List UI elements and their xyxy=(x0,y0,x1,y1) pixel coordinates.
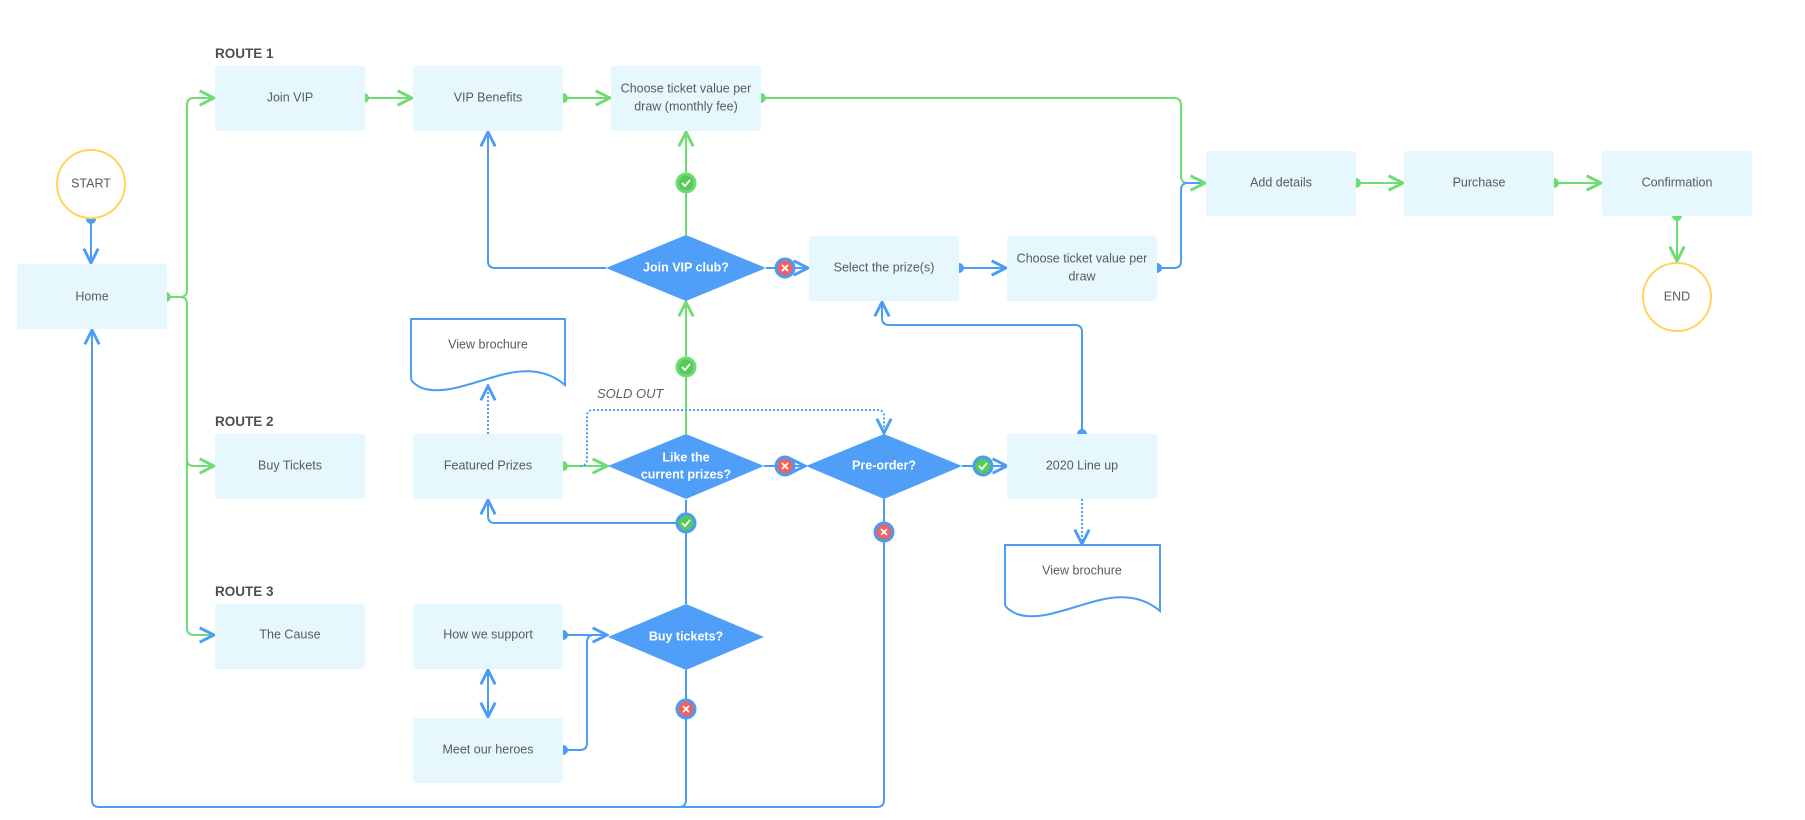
node-add-details[interactable]: Add details xyxy=(1206,151,1356,216)
node-label: Join VIP xyxy=(267,90,314,104)
node-label: Meet our heroes xyxy=(442,742,533,756)
node-choose-ticket-monthly[interactable]: Choose ticket value per draw (monthly fee… xyxy=(611,66,761,131)
node-label: Select the prize(s) xyxy=(834,260,935,274)
doc-view-brochure-2[interactable]: View brochure xyxy=(1004,544,1161,618)
node-label: The Cause xyxy=(259,627,320,641)
flowchart-canvas: ROUTE 1 ROUTE 2 ROUTE 3 START END Home J… xyxy=(17,46,1752,808)
node-how-we-support[interactable]: How we support xyxy=(413,604,563,669)
route-1-label: ROUTE 1 xyxy=(215,46,274,61)
node-label: Choose ticket value per xyxy=(1017,251,1148,265)
x-icon xyxy=(774,455,796,477)
node-join-vip[interactable]: Join VIP xyxy=(215,66,365,131)
node-featured-prizes[interactable]: Featured Prizes xyxy=(413,434,563,499)
node-choose-ticket-draw[interactable]: Choose ticket value per draw xyxy=(1007,236,1157,301)
connector-lineup-select xyxy=(882,302,1082,434)
connector-choose-adddetails xyxy=(761,98,1205,183)
check-icon xyxy=(972,455,994,477)
check-icon xyxy=(675,356,697,378)
node-the-cause[interactable]: The Cause xyxy=(215,604,365,669)
decision-label: Like the xyxy=(662,450,709,464)
decision-label: Pre-order? xyxy=(852,458,916,472)
node-select-prizes[interactable]: Select the prize(s) xyxy=(809,236,959,301)
route-2-label: ROUTE 2 xyxy=(215,414,274,429)
node-label: Home xyxy=(75,289,108,303)
start-terminal[interactable]: START xyxy=(56,149,126,219)
node-label: Featured Prizes xyxy=(444,458,532,472)
x-icon xyxy=(774,257,796,279)
node-vip-benefits[interactable]: VIP Benefits xyxy=(413,66,563,131)
node-label: View brochure xyxy=(1042,563,1122,577)
route-3-label: ROUTE 3 xyxy=(215,584,274,599)
node-meet-heroes[interactable]: Meet our heroes xyxy=(413,718,563,783)
decision-label: current prizes? xyxy=(641,467,731,481)
end-terminal[interactable]: END xyxy=(1642,262,1712,332)
check-icon xyxy=(675,172,697,194)
decision-pre-order[interactable]: Pre-order? xyxy=(806,434,962,499)
connector-joinclub-benefits xyxy=(488,132,606,269)
decision-label: Buy tickets? xyxy=(649,629,723,643)
doc-view-brochure-1[interactable]: View brochure xyxy=(410,318,566,392)
node-label: View brochure xyxy=(448,337,528,351)
x-icon xyxy=(675,698,697,720)
start-label: START xyxy=(71,176,111,190)
node-label: draw xyxy=(1068,269,1096,283)
x-icon xyxy=(873,521,895,543)
node-label: Choose ticket value per xyxy=(621,81,752,95)
node-label: Confirmation xyxy=(1642,175,1713,189)
node-2020-lineup[interactable]: 2020 Line up xyxy=(1007,434,1157,499)
node-label: VIP Benefits xyxy=(454,90,523,104)
connector-heroes-buy xyxy=(558,634,595,755)
node-label: 2020 Line up xyxy=(1046,458,1118,472)
connector-home-route3 xyxy=(186,450,214,635)
node-label: Buy Tickets xyxy=(258,458,322,472)
node-home[interactable]: Home xyxy=(17,264,167,329)
connector-home-route2 xyxy=(179,296,214,466)
decision-join-vip-club[interactable]: Join VIP club? xyxy=(606,235,766,301)
node-label: Purchase xyxy=(1453,175,1506,189)
check-icon xyxy=(675,512,697,534)
sold-out-label: SOLD OUT xyxy=(597,386,665,401)
decision-label: Join VIP club? xyxy=(643,260,729,274)
node-buy-tickets[interactable]: Buy Tickets xyxy=(215,434,365,499)
connector-home-route1 xyxy=(166,98,214,297)
connector-choosedraw-adddetails xyxy=(1152,182,1200,273)
end-label: END xyxy=(1664,289,1690,303)
node-confirmation[interactable]: Confirmation xyxy=(1602,151,1752,216)
decision-like-prizes[interactable]: Like the current prizes? xyxy=(608,434,764,499)
node-label: How we support xyxy=(443,627,533,641)
decision-buy-tickets[interactable]: Buy tickets? xyxy=(608,604,764,670)
node-label: draw (monthly fee) xyxy=(634,99,738,113)
connector-buytickets-no xyxy=(678,670,687,808)
node-label: Add details xyxy=(1250,175,1312,189)
connector-check-featured xyxy=(488,500,686,524)
node-purchase[interactable]: Purchase xyxy=(1404,151,1554,216)
